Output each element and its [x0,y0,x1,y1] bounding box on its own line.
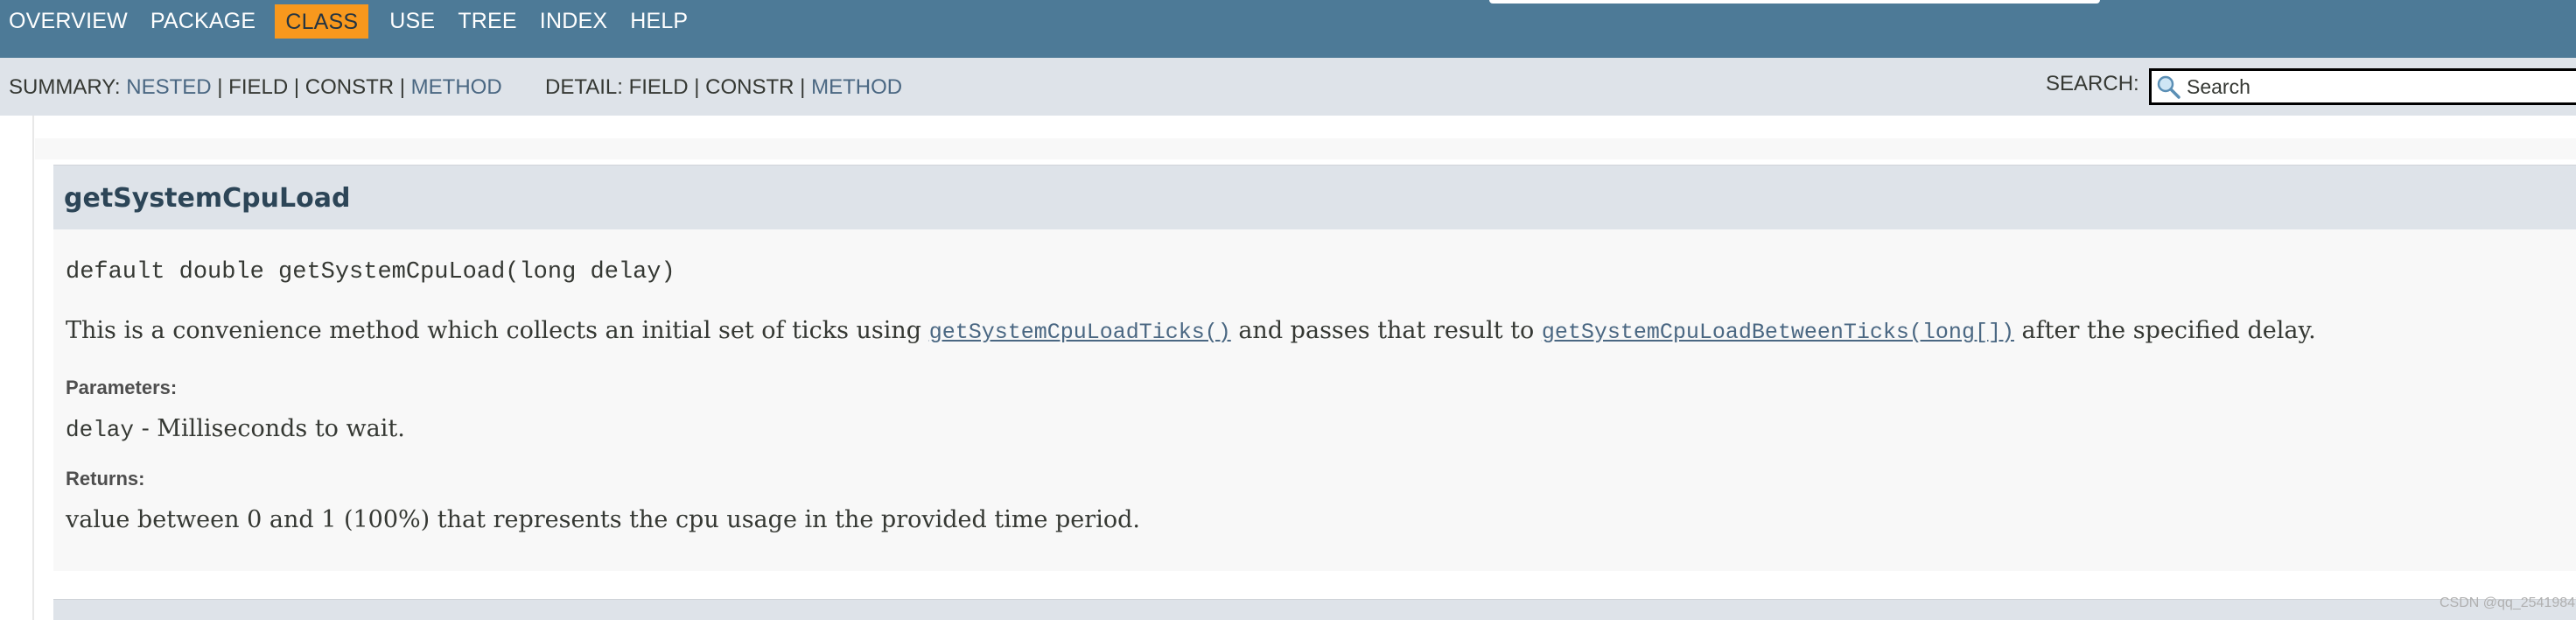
previous-section-end [35,138,2576,159]
method-name-heading: getSystemCpuLoad [64,183,351,214]
summary-nested-link[interactable]: NESTED [126,75,211,99]
nav-package[interactable]: PACKAGE [150,9,256,34]
search-label: SEARCH: [2046,72,2139,95]
method-detail-section: getSystemCpuLoad default double getSyste… [53,165,2576,571]
param-name: delay [66,417,135,443]
overlay-popup-edge [1489,0,2100,4]
top-nav-list: OVERVIEW PACKAGE CLASS USE TREE INDEX HE… [0,0,2576,42]
param-desc: - Milliseconds to wait. [134,415,405,442]
method-header: getSystemCpuLoad [53,165,2576,229]
summary-prefix: SUMMARY: [9,75,127,99]
desc-text-3: after the specified delay. [2013,317,2316,344]
nav-help[interactable]: HELP [630,9,688,34]
parameters-label: Parameters: [66,377,178,398]
detail-method-link[interactable]: METHOD [811,75,902,99]
link-getSystemCpuLoadTicks[interactable]: getSystemCpuLoadTicks() [929,320,1231,345]
search-icon [2155,74,2181,100]
summary-field-constr: | FIELD | CONSTR | [211,75,411,99]
detail-links: DETAIL: FIELD | CONSTR | METHOD [545,75,902,100]
search-box[interactable] [2149,68,2576,105]
desc-text-2: and passes that result to [1230,317,1542,344]
desc-text-1: This is a convenience method which colle… [66,317,929,344]
nav-index[interactable]: INDEX [540,9,607,34]
method-description: This is a convenience method which colle… [66,317,2316,345]
sub-navbar: SUMMARY: NESTED | FIELD | CONSTR | METHO… [0,58,2576,116]
returns-label: Returns: [66,468,145,490]
detail-prefix: DETAIL: FIELD | CONSTR | [545,75,812,99]
left-rule [32,116,34,620]
next-method-header [53,599,2576,620]
nav-class[interactable]: CLASS [275,4,369,39]
returns-desc: value between 0 and 1 (100%) that repres… [66,506,1140,533]
nav-overview[interactable]: OVERVIEW [9,9,128,34]
summary-links: SUMMARY: NESTED | FIELD | CONSTR | METHO… [9,75,502,100]
nav-tree[interactable]: TREE [458,9,516,34]
parameter-entry: delay - Milliseconds to wait. [66,415,405,443]
nav-use[interactable]: USE [389,9,435,34]
top-navbar: OVERVIEW PACKAGE CLASS USE TREE INDEX HE… [0,0,2576,58]
search-input[interactable] [2181,71,2576,102]
method-signature: default double getSystemCpuLoad(long del… [66,259,676,285]
link-getSystemCpuLoadBetweenTicks[interactable]: getSystemCpuLoadBetweenTicks(long[]) [1542,320,2014,345]
watermark: CSDN @qq_25419847 [2440,595,2576,610]
summary-method-link[interactable]: METHOD [411,75,502,99]
